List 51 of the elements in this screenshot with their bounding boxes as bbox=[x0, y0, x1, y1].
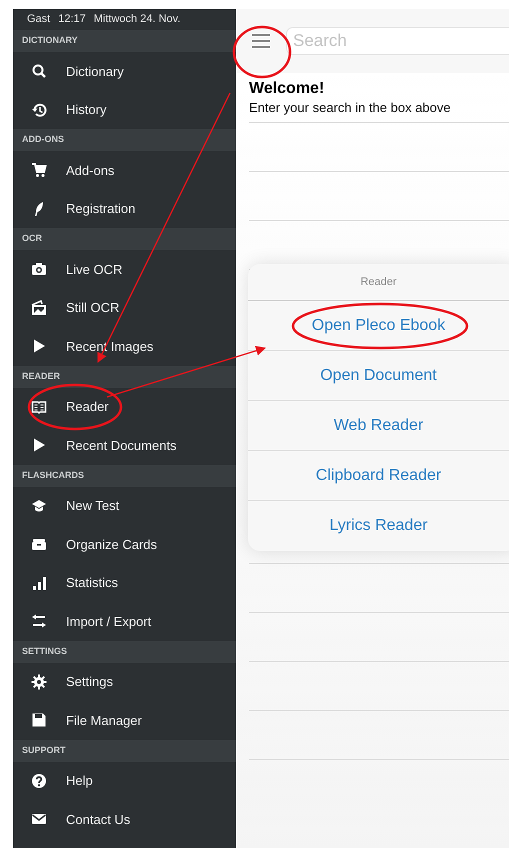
bar-chart-icon bbox=[31, 574, 47, 591]
welcome-title: Welcome! bbox=[249, 79, 326, 99]
sidebar-item[interactable]: Settings bbox=[13, 662, 236, 701]
menu-item[interactable]: Open Pleco Ebook bbox=[248, 301, 509, 351]
clock-time: 12:17 bbox=[58, 12, 86, 28]
section-header: ADD-ONS bbox=[22, 133, 64, 146]
user-name: Gast bbox=[27, 12, 50, 28]
play-icon bbox=[31, 338, 47, 354]
sidebar-item[interactable]: New Test bbox=[13, 486, 236, 525]
photo-icon bbox=[31, 300, 47, 316]
sidebar-item[interactable]: History bbox=[13, 90, 236, 129]
sidebar-item[interactable]: Dictionary bbox=[13, 52, 236, 90]
menu-item[interactable]: Open Document bbox=[248, 351, 509, 401]
sidebar-item[interactable]: Add-ons bbox=[13, 151, 236, 190]
sidebar-item[interactable]: Recent Documents bbox=[13, 426, 236, 464]
sidebar-item[interactable]: Reader bbox=[13, 388, 236, 426]
gear-icon bbox=[31, 674, 47, 690]
date-text: Mittwoch 24. Nov. bbox=[94, 12, 180, 28]
sidebar-item[interactable]: Live OCR bbox=[13, 250, 236, 288]
section-header: READER bbox=[22, 370, 60, 383]
menu-item[interactable]: Lyrics Reader bbox=[248, 501, 509, 551]
welcome-subtitle: Enter your search in the box above bbox=[249, 99, 452, 117]
sidebar-item[interactable]: File Manager bbox=[13, 701, 236, 740]
sidebar-item[interactable]: Organize Cards bbox=[13, 525, 236, 564]
history-icon bbox=[31, 102, 47, 118]
help-icon bbox=[31, 772, 47, 789]
annotation-circle bbox=[232, 26, 292, 78]
search-field[interactable]: Search bbox=[286, 27, 509, 55]
book-icon bbox=[31, 398, 47, 415]
sidebar-item[interactable]: Import / Export bbox=[13, 602, 236, 640]
sidebar-item[interactable]: Help bbox=[13, 762, 236, 800]
popover-title: Reader bbox=[248, 264, 509, 301]
swap-arrows-icon bbox=[31, 613, 47, 630]
graduation-cap-icon bbox=[31, 498, 47, 514]
sidebar-item[interactable]: Still OCR bbox=[13, 288, 236, 327]
sidebar-item[interactable]: Registration bbox=[13, 190, 236, 228]
sidebar-item[interactable]: Statistics bbox=[13, 564, 236, 602]
camera-icon bbox=[31, 261, 47, 278]
menu-icon[interactable] bbox=[252, 34, 270, 48]
play-icon bbox=[31, 437, 47, 454]
card-box-icon bbox=[31, 536, 47, 552]
search-icon bbox=[31, 63, 47, 80]
section-header: SUPPORT bbox=[22, 744, 66, 757]
section-header: DICTIONARY bbox=[22, 34, 78, 48]
menu-item[interactable]: Clipboard Reader bbox=[248, 451, 509, 501]
sidebar-item[interactable]: Contact Us bbox=[13, 800, 236, 838]
menu-item[interactable]: Web Reader bbox=[248, 401, 509, 451]
cart-icon bbox=[31, 162, 47, 178]
section-header: OCR bbox=[22, 232, 42, 246]
section-header: SETTINGS bbox=[22, 644, 68, 658]
section-header: FLASHCARDS bbox=[22, 468, 84, 482]
